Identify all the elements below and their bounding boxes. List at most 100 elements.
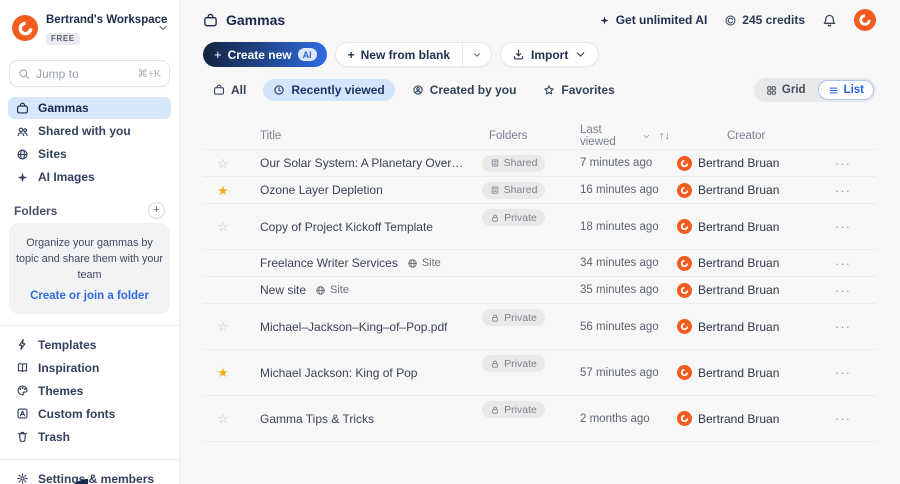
list-view-button[interactable]: List <box>817 80 874 100</box>
gamma-title: Our Solar System: A Planetary Overview <box>260 156 466 170</box>
gamma-title: New site <box>260 283 307 297</box>
add-folder-button[interactable]: + <box>148 202 165 219</box>
credits-button[interactable]: 245 credits <box>724 13 805 27</box>
sidebar-item-templates[interactable]: Templates <box>8 334 171 356</box>
table-row[interactable]: ☆ Gamma Tips & Tricks Private 2 months a… <box>203 396 876 442</box>
create-new-button[interactable]: + Create new AI <box>203 42 327 67</box>
new-from-blank-button[interactable]: + New from blank <box>334 42 492 67</box>
nav-item-label: Trash <box>38 429 71 444</box>
globe-icon <box>407 258 418 269</box>
star-icon <box>543 84 555 96</box>
grid-view-button[interactable]: Grid <box>756 80 816 100</box>
column-folders: Folders <box>489 130 528 142</box>
last-viewed-time: 2 months ago <box>580 412 650 425</box>
search-input[interactable]: Jump to ⌘+K <box>9 60 170 87</box>
table-row[interactable]: ★ Michael Jackson: King of Pop Private 5… <box>203 350 876 396</box>
sidebar-item-sites[interactable]: Sites <box>8 143 171 165</box>
user-avatar[interactable] <box>854 9 876 31</box>
workspace-switcher[interactable]: Bertrand's Workspace FREE <box>0 8 179 54</box>
globe-icon <box>315 285 326 296</box>
sidebar-item-settings-members[interactable]: Settings & members <box>8 468 171 484</box>
gear-icon <box>16 472 29 484</box>
visibility-badge: Private <box>482 401 545 418</box>
filter-tab-label: Recently viewed <box>291 83 385 97</box>
table-row[interactable]: ☆ Michael–Jackson–King–of–Pop.pdf Privat… <box>203 304 876 350</box>
gamma-title: Freelance Writer Services <box>260 256 398 270</box>
workspace-name: Bertrand's Workspace <box>46 14 168 26</box>
import-button[interactable]: Import <box>500 42 600 67</box>
favorite-star-icon[interactable]: ☆ <box>217 220 229 233</box>
row-more-button[interactable]: ··· <box>701 411 851 426</box>
table-row[interactable]: Freelance Writer Services Site 34 minute… <box>203 250 876 277</box>
creator-avatar <box>677 282 692 298</box>
nav-item-label: Themes <box>38 383 84 398</box>
sidebar-item-shared-with-you[interactable]: Shared with you <box>8 120 171 142</box>
filter-tab-recently-viewed[interactable]: Recently viewed <box>263 79 395 101</box>
filter-tab-favorites[interactable]: Favorites <box>533 79 624 101</box>
search-shortcut: ⌘+K <box>137 67 161 80</box>
favorite-star-icon[interactable]: ☆ <box>217 320 229 333</box>
nav-item-label: AI Images <box>38 170 95 184</box>
filter-tab-created-by-you[interactable]: Created by you <box>402 79 527 101</box>
sidebar-item-gammas[interactable]: Gammas <box>8 97 171 119</box>
favorite-star-icon[interactable]: ★ <box>217 366 229 379</box>
favorite-star-icon[interactable]: ☆ <box>217 157 229 170</box>
sidebar-item-trash[interactable]: Trash <box>8 426 171 448</box>
gamma-title: Ozone Layer Depletion <box>260 183 383 197</box>
sidebar-item-custom-fonts[interactable]: Custom fonts <box>8 403 171 425</box>
sidebar-nav-tertiary: Settings & membersContact support <box>0 468 179 484</box>
sidebar-item-ai-images[interactable]: AI Images <box>8 166 171 188</box>
lock-icon <box>490 359 500 369</box>
sidebar-nav-secondary: Templates Inspiration Themes Custom fonts Tr… <box>0 334 179 448</box>
grid-icon <box>766 85 777 96</box>
filter-tab-all[interactable]: All <box>203 79 256 101</box>
main-content: Gammas Get unlimited AI 245 credits + Cr… <box>180 0 900 484</box>
row-more-button[interactable]: ··· <box>701 283 851 298</box>
column-last-viewed[interactable]: Last viewed <box>561 124 651 148</box>
table-row[interactable]: New site Site 35 minutes ago Bertrand Br… <box>203 277 876 304</box>
sidebar-item-themes[interactable]: Themes <box>8 380 171 402</box>
sort-direction-button[interactable]: ↑↓ <box>651 130 701 142</box>
get-unlimited-ai-button[interactable]: Get unlimited AI <box>599 13 707 27</box>
favorite-star-icon[interactable]: ☆ <box>217 412 229 425</box>
sidebar-item-inspiration[interactable]: Inspiration <box>8 357 171 379</box>
site-tag: Site <box>315 284 349 296</box>
plan-badge: FREE <box>46 32 80 45</box>
filter-tab-label: All <box>231 83 247 97</box>
palette-icon <box>16 384 29 397</box>
creator-avatar <box>677 182 692 198</box>
creator-avatar <box>677 219 692 234</box>
row-more-button[interactable]: ··· <box>701 365 851 380</box>
last-viewed-time: 16 minutes ago <box>580 184 659 196</box>
nav-item-label: Gammas <box>38 101 89 115</box>
create-folder-link[interactable]: Create or join a folder <box>15 290 164 302</box>
creator-avatar <box>677 319 692 334</box>
row-more-button[interactable]: ··· <box>701 219 851 234</box>
favorite-star-icon[interactable]: ★ <box>217 184 229 197</box>
lock-icon <box>490 313 500 323</box>
briefcase-icon <box>203 13 218 28</box>
nav-item-label: Custom fonts <box>38 406 116 421</box>
folders-section-title: Folders <box>14 203 58 218</box>
row-more-button[interactable]: ··· <box>701 183 851 198</box>
creator-avatar <box>677 411 692 426</box>
plus-icon: + <box>214 47 222 62</box>
table-row[interactable]: ☆ Copy of Project Kickoff Template Priva… <box>203 204 876 250</box>
table-row[interactable]: ★ Ozone Layer Depletion Shared 16 minute… <box>203 177 876 204</box>
chevron-down-icon <box>157 22 169 34</box>
gammas-table: Title Folders Last viewed ↑↓ Creator ☆ O… <box>203 123 876 442</box>
row-more-button[interactable]: ··· <box>701 319 851 334</box>
bell-icon[interactable] <box>822 13 837 28</box>
column-creator: Creator <box>727 130 766 142</box>
new-from-blank-dropdown[interactable] <box>462 43 491 66</box>
nav-item-label: Settings & members <box>38 471 155 484</box>
creator-avatar <box>677 155 692 171</box>
lock-icon <box>490 405 500 415</box>
row-more-button[interactable]: ··· <box>701 156 851 171</box>
search-placeholder: Jump to <box>36 66 79 81</box>
visibility-badge: Private <box>482 355 545 372</box>
briefcase-icon <box>213 84 225 96</box>
row-more-button[interactable]: ··· <box>701 256 851 271</box>
briefcase-icon <box>16 102 29 115</box>
table-row[interactable]: ☆ Our Solar System: A Planetary Overview… <box>203 150 876 177</box>
